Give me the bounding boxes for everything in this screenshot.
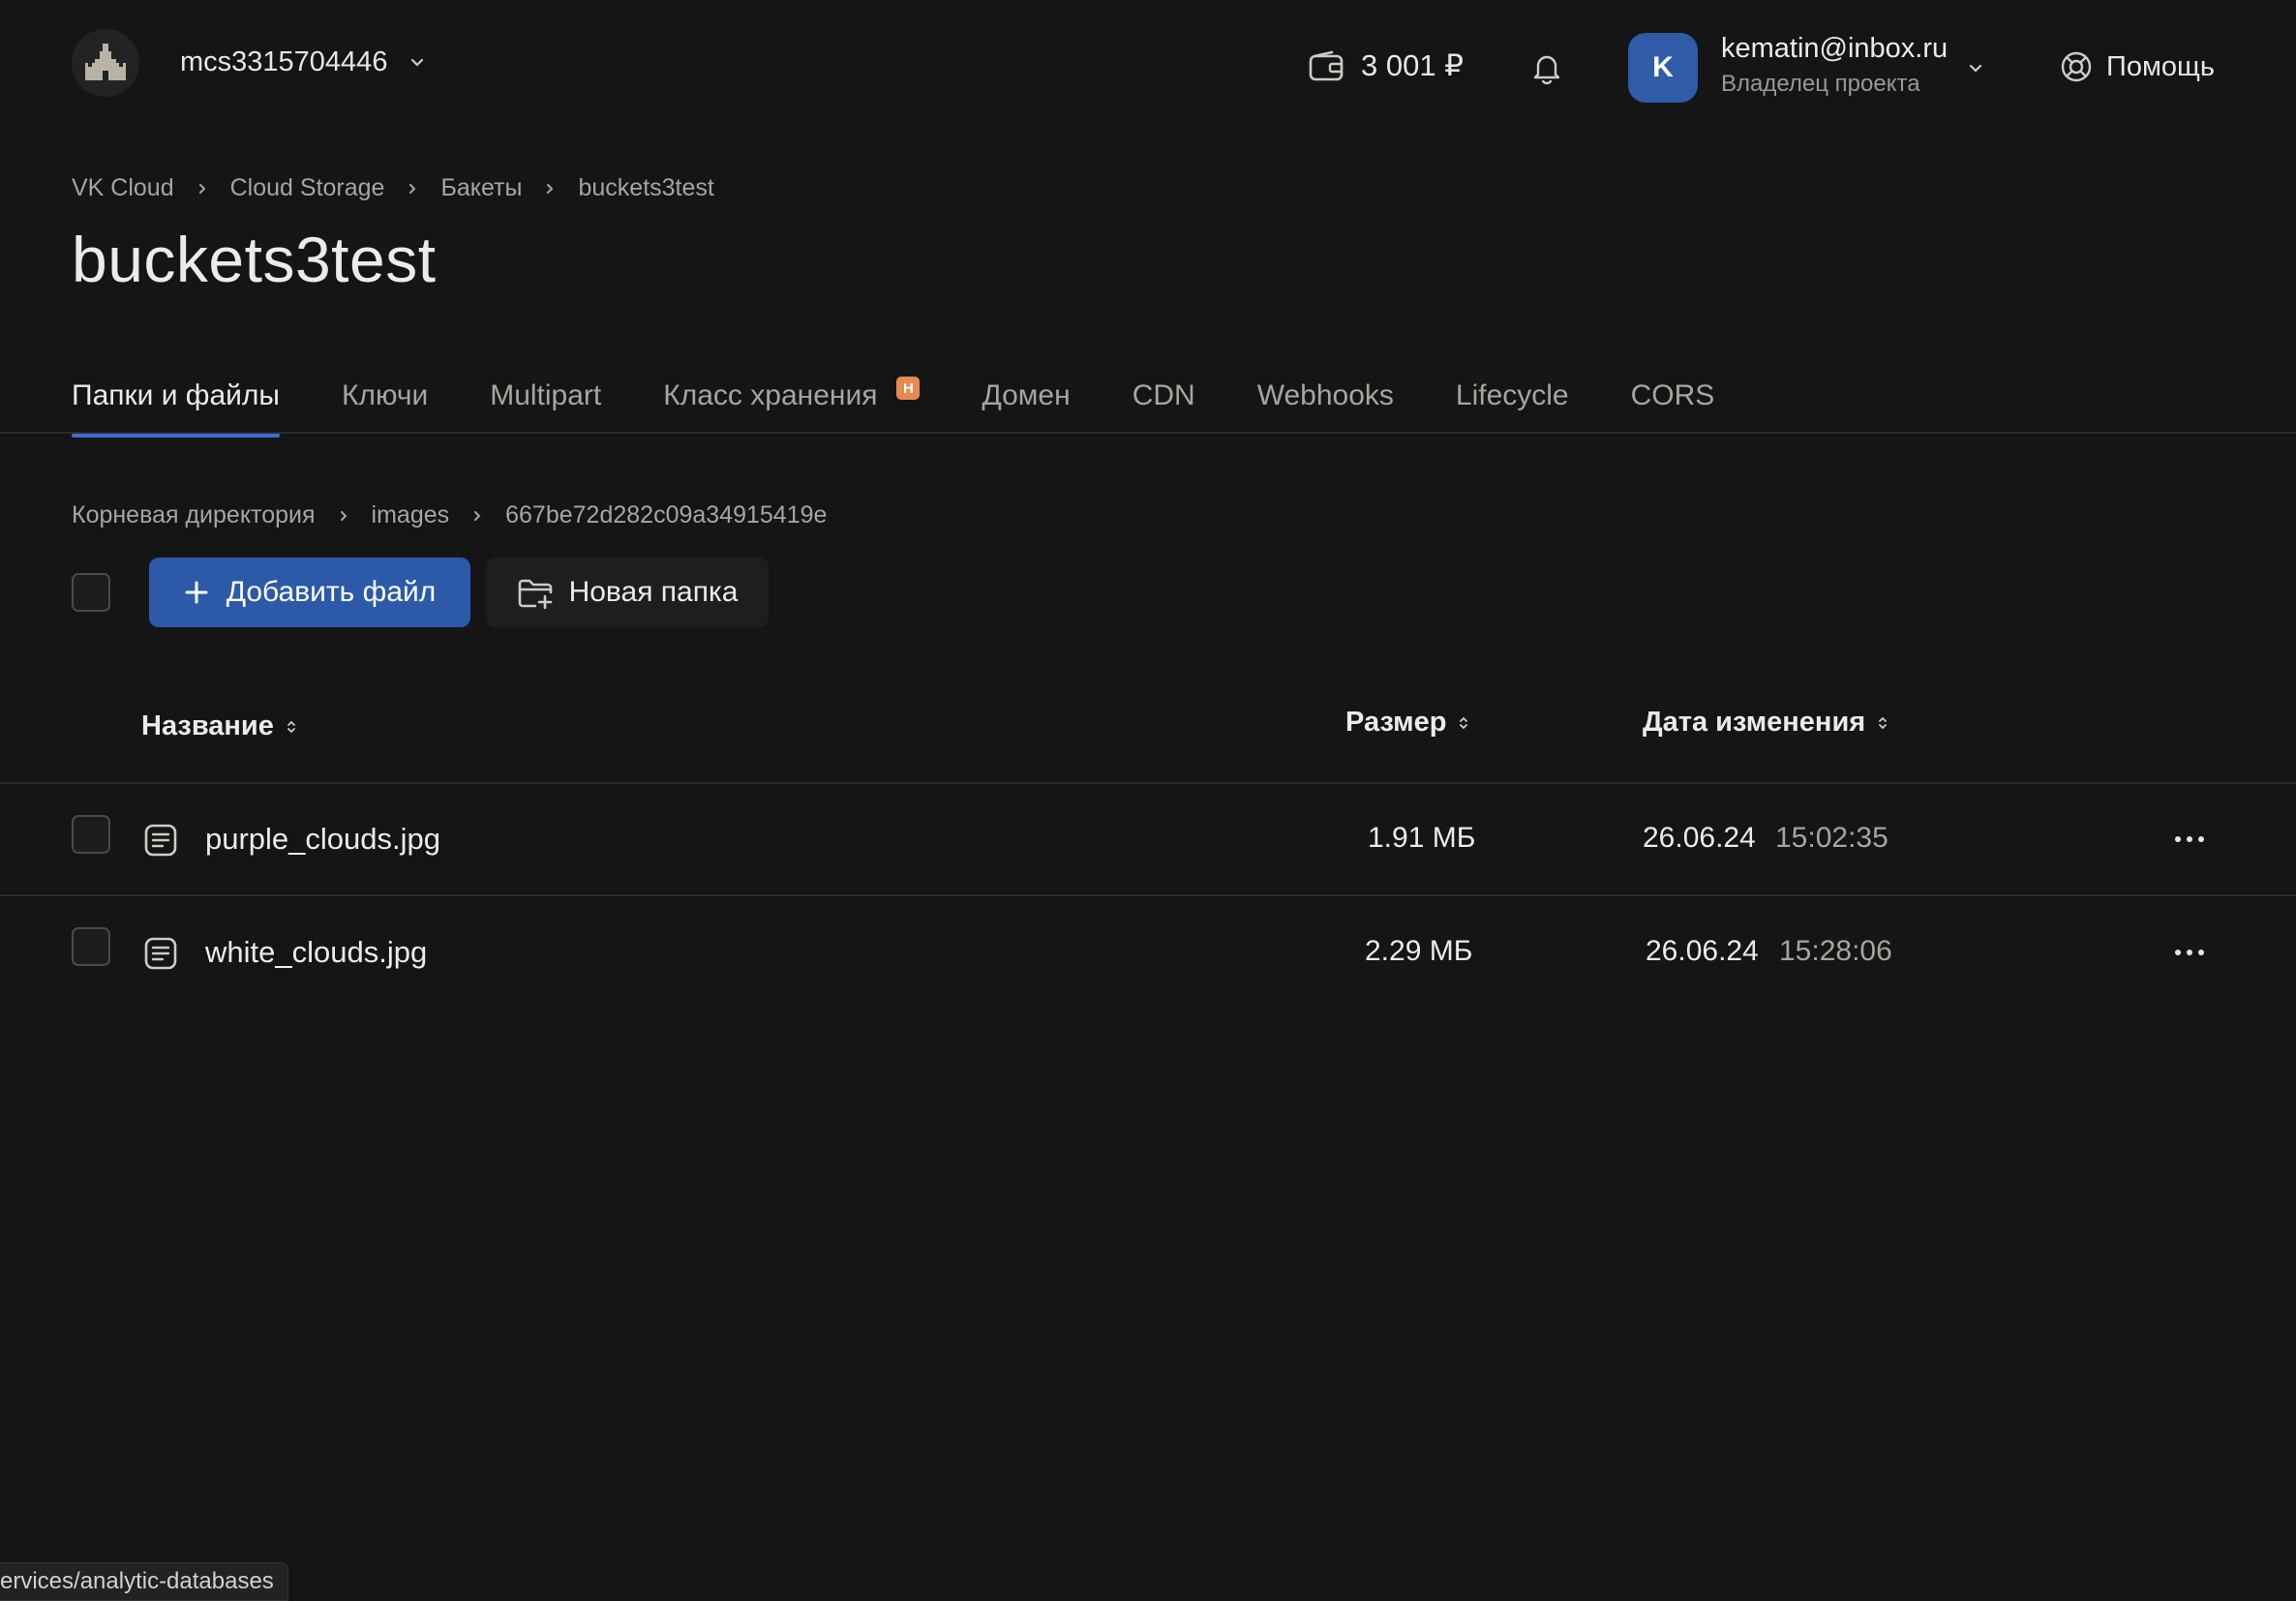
tab-folders-files[interactable]: Папки и файлы [72, 379, 280, 438]
file-size: 2.29 МБ [1365, 935, 1473, 967]
sort-icon [1460, 716, 1468, 729]
balance-widget[interactable]: 3 001 ₽ [1309, 48, 1464, 83]
breadcrumb-item[interactable]: Бакеты [440, 174, 522, 202]
help-button[interactable]: Помощь [2060, 50, 2215, 83]
column-header-name[interactable]: Название [141, 710, 297, 742]
file-name[interactable]: white_clouds.jpg [205, 935, 427, 970]
folder-plus-icon [518, 579, 552, 609]
project-selector[interactable]: mcs3315704446 [180, 46, 426, 78]
breadcrumb-item[interactable]: VK Cloud [72, 174, 174, 202]
new-badge: Н [896, 377, 921, 400]
row-divider [0, 894, 2296, 896]
directory-breadcrumb: Корневая директория images 667be72d282c0… [72, 501, 827, 529]
directory-item: 667be72d282c09a34915419e [505, 501, 828, 529]
tab-webhooks[interactable]: Webhooks [1257, 379, 1394, 438]
file-date: 26.06.24 [1643, 822, 1756, 854]
more-options-icon[interactable] [2172, 947, 2207, 958]
wallet-icon [1309, 50, 1344, 81]
project-name: mcs3315704446 [180, 46, 388, 77]
avatar[interactable]: K [1628, 33, 1698, 103]
file-time: 15:02:35 [1775, 822, 1888, 854]
link-preview-status: ervices/analytic-databases [0, 1562, 288, 1601]
file-date: 26.06.24 [1646, 935, 1759, 967]
row-checkbox[interactable] [72, 815, 110, 854]
tab-bar: Папки и файлы Ключи Multipart Класс хран… [72, 377, 1776, 438]
chevron-right-icon [409, 183, 416, 194]
user-menu[interactable]: kematin@inbox.ru Владелец проекта [1721, 33, 1948, 98]
add-file-button[interactable]: Добавить файл [149, 558, 470, 627]
directory-item[interactable]: Корневая директория [72, 501, 316, 529]
column-header-size[interactable]: Размер [1345, 707, 1469, 739]
breadcrumb-item: buckets3test [578, 174, 714, 201]
file-icon [144, 937, 177, 970]
project-logo[interactable] [72, 29, 139, 97]
breadcrumb: VK Cloud Cloud Storage Бакеты buckets3te… [72, 174, 714, 202]
breadcrumb-item[interactable]: Cloud Storage [230, 174, 385, 202]
chevron-down-icon[interactable] [1967, 60, 1984, 77]
file-icon [144, 824, 177, 857]
castle-icon [85, 44, 126, 80]
tab-storage-class[interactable]: Класс хранения Н [663, 377, 921, 438]
chevron-right-icon [198, 183, 206, 194]
tab-cors[interactable]: CORS [1631, 379, 1715, 438]
user-role: Владелец проекта [1721, 71, 1920, 97]
tab-cdn[interactable]: CDN [1133, 379, 1195, 438]
plus-icon [185, 581, 208, 604]
bell-icon[interactable] [1529, 50, 1564, 85]
tab-multipart[interactable]: Multipart [490, 379, 601, 438]
tab-keys[interactable]: Ключи [342, 379, 428, 438]
chevron-down-icon [411, 58, 424, 67]
tabs-divider [0, 432, 2296, 434]
chevron-right-icon [340, 510, 347, 521]
lifebuoy-icon [2061, 51, 2092, 82]
directory-item[interactable]: images [372, 501, 450, 529]
page-title: buckets3test [72, 224, 437, 295]
chevron-right-icon [547, 183, 554, 194]
new-folder-button[interactable]: Новая папка [486, 558, 769, 627]
column-header-modified[interactable]: Дата изменения [1643, 707, 1888, 739]
file-size: 1.91 МБ [1368, 822, 1476, 854]
tab-domain[interactable]: Домен [982, 379, 1070, 438]
table-header-divider [0, 782, 2296, 784]
sort-icon [1879, 716, 1888, 729]
row-checkbox[interactable] [72, 927, 110, 966]
file-time: 15:28:06 [1779, 935, 1892, 967]
select-all-checkbox[interactable] [72, 573, 110, 612]
more-options-icon[interactable] [2172, 833, 2207, 845]
chevron-right-icon [474, 510, 481, 521]
file-name[interactable]: purple_clouds.jpg [205, 822, 440, 857]
sort-icon [287, 720, 295, 733]
help-label: Помощь [2106, 50, 2216, 82]
balance-amount: 3 001 ₽ [1361, 48, 1464, 82]
user-email: kematin@inbox.ru [1721, 33, 1949, 64]
tab-lifecycle[interactable]: Lifecycle [1456, 379, 1569, 438]
